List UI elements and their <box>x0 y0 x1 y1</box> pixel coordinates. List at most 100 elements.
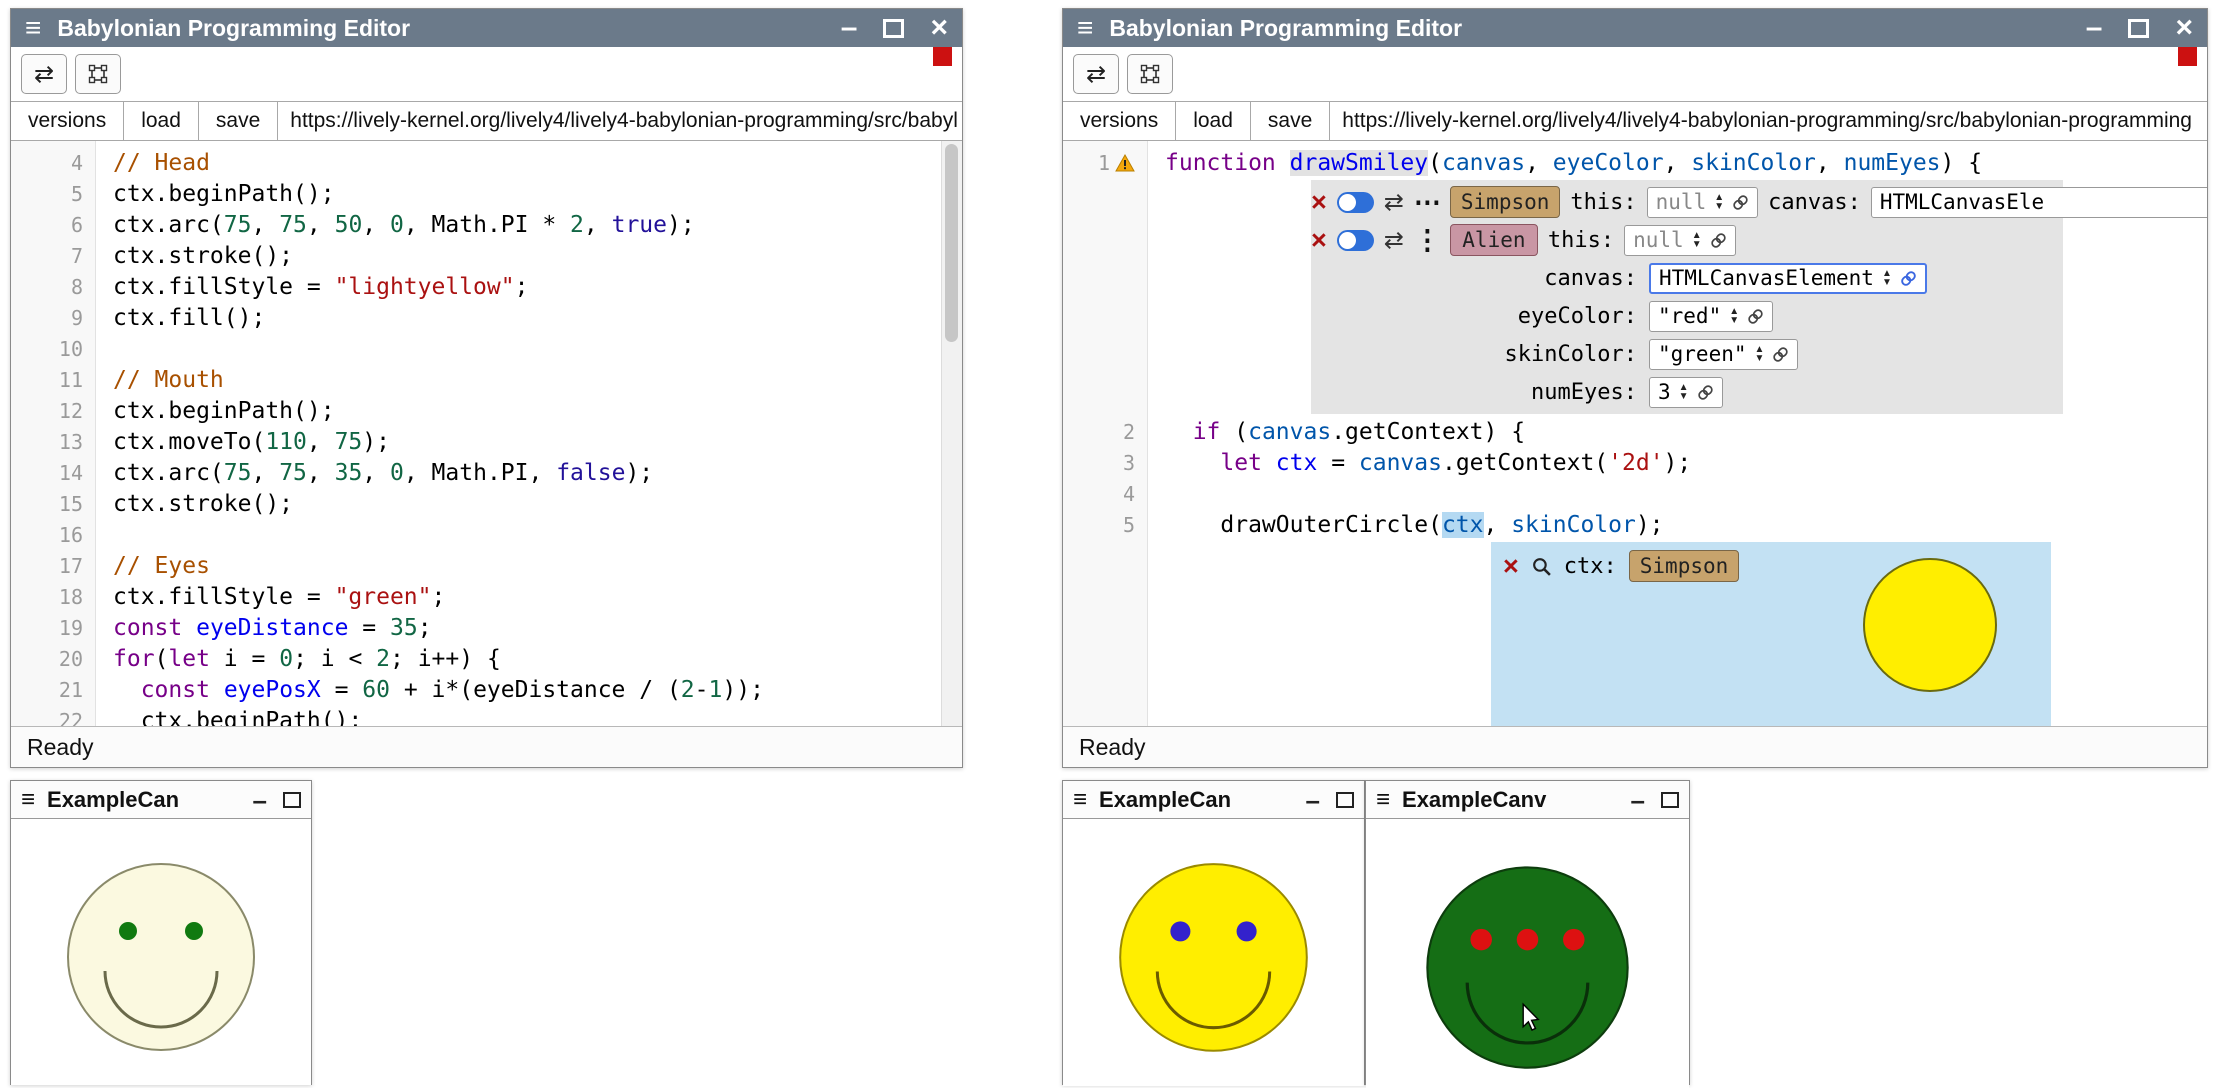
code-line[interactable]: 17// Eyes <box>11 550 962 581</box>
code-line[interactable]: 16 <box>11 519 962 550</box>
scrollbar[interactable] <box>941 141 962 726</box>
instance-badge-simpson[interactable]: Simpson <box>1629 550 1740 582</box>
code-text[interactable]: let ctx = canvas.getContext('2d'); <box>1147 450 1691 476</box>
menu-icon[interactable]: ≡ <box>25 14 41 42</box>
code-text[interactable]: ctx.beginPath(); <box>95 708 362 727</box>
stepper-icon[interactable]: ▲▼ <box>1729 307 1739 325</box>
code-text[interactable]: // Eyes <box>95 553 210 579</box>
maximize-button[interactable] <box>1336 792 1354 808</box>
tab-versions[interactable]: versions <box>11 102 124 140</box>
titlebar[interactable]: ≡ ExampleCanv – <box>1366 781 1689 819</box>
minimize-button[interactable]: – <box>253 793 267 807</box>
code-line[interactable]: 4// Head <box>11 147 962 178</box>
menu-icon[interactable]: ≡ <box>21 786 35 814</box>
menu-icon[interactable]: ≡ <box>1376 786 1390 814</box>
close-button[interactable]: × <box>930 13 948 43</box>
code-line[interactable]: 22 ctx.beginPath(); <box>11 705 962 726</box>
code-line[interactable]: 12ctx.beginPath(); <box>11 395 962 426</box>
menu-dots-icon[interactable]: ⋯ <box>1414 187 1440 218</box>
probe-toggle[interactable] <box>1337 192 1374 213</box>
tab-save[interactable]: save <box>199 102 278 140</box>
code-text[interactable]: const eyePosX = 60 + i*(eyeDistance / (2… <box>95 677 764 703</box>
code-line[interactable]: 1function drawSmiley(canvas, eyeColor, s… <box>1063 147 2207 178</box>
stepper-icon[interactable]: ▲▼ <box>1714 193 1724 211</box>
code-text[interactable]: drawOuterCircle(ctx, skinColor); <box>1147 512 1664 538</box>
code-text[interactable]: ctx.moveTo(110, 75); <box>95 429 390 455</box>
titlebar[interactable]: ≡ ExampleCan – <box>1063 781 1364 819</box>
swap-button[interactable]: ⇄ <box>21 54 67 94</box>
code-text[interactable]: ctx.beginPath(); <box>95 398 335 424</box>
code-line[interactable]: 20for(let i = 0; i < 2; i++) { <box>11 643 962 674</box>
code-line[interactable]: 8ctx.fillStyle = "lightyellow"; <box>11 271 962 302</box>
tab-versions[interactable]: versions <box>1063 102 1176 140</box>
instance-badge-alien[interactable]: Alien <box>1450 224 1538 256</box>
titlebar[interactable]: ≡ Babylonian Programming Editor – × <box>1063 9 2207 47</box>
code-line[interactable]: 5ctx.beginPath(); <box>11 178 962 209</box>
minimize-button[interactable]: – <box>1306 793 1320 807</box>
code-line[interactable]: 9ctx.fill(); <box>11 302 962 333</box>
code-text[interactable]: ctx.beginPath(); <box>95 181 335 207</box>
probe-value-box[interactable]: null ▲▼ <box>1647 187 1758 218</box>
link-icon[interactable] <box>1697 384 1714 401</box>
tab-load[interactable]: load <box>1176 102 1251 140</box>
tab-load[interactable]: load <box>124 102 199 140</box>
delete-probe-icon[interactable]: × <box>1311 189 1327 216</box>
code-line[interactable]: 19const eyeDistance = 35; <box>11 612 962 643</box>
stepper-icon[interactable]: ▲▼ <box>1692 231 1702 249</box>
frame-select-button[interactable] <box>75 54 121 94</box>
code-text[interactable]: // Head <box>95 150 210 176</box>
delete-example-icon[interactable]: × <box>1503 553 1519 580</box>
code-line[interactable]: 15ctx.stroke(); <box>11 488 962 519</box>
code-line[interactable]: 10 <box>11 333 962 364</box>
minimize-button[interactable]: – <box>2086 18 2103 38</box>
minimize-button[interactable]: – <box>1631 793 1645 807</box>
maximize-button[interactable] <box>883 19 904 38</box>
code-editor[interactable]: 1function drawSmiley(canvas, eyeColor, s… <box>1063 141 2207 726</box>
delete-probe-icon[interactable]: × <box>1311 227 1327 254</box>
code-line[interactable]: 18ctx.fillStyle = "green"; <box>11 581 962 612</box>
titlebar[interactable]: ≡ Babylonian Programming Editor – × <box>11 9 962 47</box>
code-text[interactable]: const eyeDistance = 35; <box>95 615 432 641</box>
tab-save[interactable]: save <box>1251 102 1330 140</box>
code-line[interactable]: 7ctx.stroke(); <box>11 240 962 271</box>
code-line[interactable]: 21 const eyePosX = 60 + i*(eyeDistance /… <box>11 674 962 705</box>
code-line[interactable]: 3 let ctx = canvas.getContext('2d'); <box>1063 447 2207 478</box>
code-text[interactable]: ctx.stroke(); <box>95 491 293 517</box>
code-text[interactable]: // Mouth <box>95 367 224 393</box>
stepper-icon[interactable]: ▲▼ <box>1679 383 1689 401</box>
code-text[interactable]: if (canvas.getContext) { <box>1147 419 1525 445</box>
code-text[interactable]: for(let i = 0; i < 2; i++) { <box>95 646 501 672</box>
code-text[interactable]: ctx.arc(75, 75, 35, 0, Math.PI, false); <box>95 460 653 486</box>
code-line[interactable]: 11// Mouth <box>11 364 962 395</box>
url-field[interactable]: https://lively-kernel.org/lively4/lively… <box>278 102 962 140</box>
maximize-button[interactable] <box>2128 19 2149 38</box>
url-field[interactable]: https://lively-kernel.org/lively4/lively… <box>1330 102 2207 140</box>
link-icon[interactable] <box>1732 194 1749 211</box>
code-editor[interactable]: 4// Head5ctx.beginPath();6ctx.arc(75, 75… <box>11 141 962 726</box>
probe-value-box[interactable]: HTMLCanvasEle <box>1871 187 2207 218</box>
probe-value-box[interactable]: 3 ▲▼ <box>1649 377 1723 408</box>
menu-icon[interactable]: ≡ <box>1073 786 1087 814</box>
stepper-icon[interactable]: ▲▼ <box>1755 345 1765 363</box>
link-icon[interactable] <box>1747 308 1764 325</box>
instance-badge-simpson[interactable]: Simpson <box>1450 186 1561 218</box>
maximize-button[interactable] <box>1661 792 1679 808</box>
menu-icon[interactable]: ≡ <box>1077 14 1093 42</box>
code-line[interactable]: 4 <box>1063 478 2207 509</box>
probe-value-box[interactable]: "red" ▲▼ <box>1649 301 1773 332</box>
swap-button[interactable]: ⇄ <box>1073 54 1119 94</box>
code-line[interactable]: 6ctx.arc(75, 75, 50, 0, Math.PI * 2, tru… <box>11 209 962 240</box>
link-icon[interactable] <box>1900 270 1917 287</box>
probe-value-box[interactable]: null ▲▼ <box>1624 225 1735 256</box>
code-line[interactable]: 13ctx.moveTo(110, 75); <box>11 426 962 457</box>
maximize-button[interactable] <box>283 792 301 808</box>
code-text[interactable]: ctx.arc(75, 75, 50, 0, Math.PI * 2, true… <box>95 212 695 238</box>
minimize-button[interactable]: – <box>841 18 858 38</box>
probe-toggle[interactable] <box>1337 230 1374 251</box>
stepper-icon[interactable]: ▲▼ <box>1882 269 1892 287</box>
probe-value-box-selected[interactable]: HTMLCanvasElement ▲▼ <box>1649 263 1927 294</box>
swap-arrows-icon[interactable]: ⇄ <box>1384 226 1404 255</box>
code-text[interactable]: function drawSmiley(canvas, eyeColor, sk… <box>1147 150 1982 176</box>
magnifier-icon[interactable] <box>1531 556 1552 577</box>
code-text[interactable]: ctx.stroke(); <box>95 243 293 269</box>
